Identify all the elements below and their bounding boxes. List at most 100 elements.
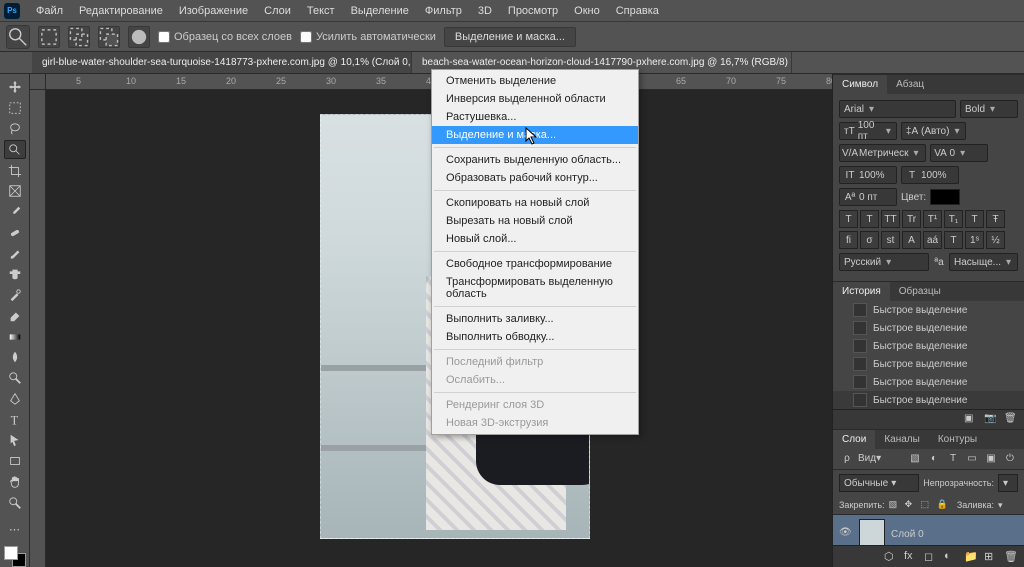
menu-view[interactable]: Просмотр <box>500 2 566 20</box>
create-document-from-state-icon[interactable]: ▣ <box>964 413 978 427</box>
rectangle-tool[interactable] <box>4 452 26 471</box>
context-menu-item[interactable]: Отменить выделение <box>432 72 638 90</box>
new-snapshot-icon[interactable]: 📷 <box>984 413 998 427</box>
selection-new-icon[interactable] <box>38 26 60 48</box>
delete-state-icon[interactable]: 🗑 <box>1004 413 1018 427</box>
fractions-button[interactable]: ½ <box>986 231 1005 249</box>
brush-tool[interactable] <box>4 244 26 263</box>
zoom-tool[interactable] <box>4 493 26 512</box>
tab-paragraph[interactable]: Абзац <box>887 75 933 94</box>
titling-button[interactable]: T <box>944 231 963 249</box>
menu-filter[interactable]: Фильтр <box>417 2 470 20</box>
quick-selection-tool[interactable] <box>4 140 26 159</box>
menu-3d[interactable]: 3D <box>470 2 500 20</box>
faux-bold-button[interactable]: T <box>839 210 858 228</box>
context-menu-item[interactable]: Сохранить выделенную область... <box>432 151 638 169</box>
tab-channels[interactable]: Каналы <box>875 430 929 449</box>
horizontal-scale-field[interactable]: T100% <box>901 166 959 184</box>
filter-adjustment-icon[interactable]: ◐ <box>926 451 942 465</box>
leading-field[interactable]: ‡A(Авто)▾ <box>901 122 966 140</box>
blend-mode-select[interactable]: Обычные▾ <box>839 474 919 492</box>
contextual-button[interactable]: σ <box>860 231 879 249</box>
delete-layer-icon[interactable]: 🗑 <box>1004 550 1018 564</box>
menu-file[interactable]: Файл <box>28 2 71 20</box>
tab-swatches[interactable]: Образцы <box>890 282 950 301</box>
tab-history[interactable]: История <box>833 282 890 301</box>
language-select[interactable]: Русский▾ <box>839 253 929 271</box>
context-menu-item[interactable]: Скопировать на новый слой <box>432 194 638 212</box>
small-caps-button[interactable]: Tr <box>902 210 921 228</box>
context-menu-item[interactable]: Свободное трансформирование <box>432 255 638 273</box>
tracking-field[interactable]: VA0▾ <box>930 144 988 162</box>
menu-text[interactable]: Текст <box>299 2 343 20</box>
history-brush-tool[interactable] <box>4 286 26 305</box>
history-item[interactable]: Быстрое выделение <box>833 391 1024 409</box>
context-menu-item[interactable]: Новый слой... <box>432 230 638 248</box>
kerning-field[interactable]: V/AМетрическ▾ <box>839 144 926 162</box>
hand-tool[interactable] <box>4 472 26 491</box>
strikethrough-button[interactable]: Ŧ <box>986 210 1005 228</box>
history-item[interactable]: Быстрое выделение <box>833 373 1024 391</box>
filter-type-layer-icon[interactable]: T <box>945 451 961 465</box>
context-menu-item[interactable]: Трансформировать выделенную область <box>432 273 638 303</box>
discretionary-button[interactable]: st <box>881 231 900 249</box>
faux-italic-button[interactable]: T <box>860 210 879 228</box>
clone-stamp-tool[interactable] <box>4 265 26 284</box>
menu-edit[interactable]: Редактирование <box>71 2 171 20</box>
ordinals-button[interactable]: 1ˢ <box>965 231 984 249</box>
pen-tool[interactable] <box>4 389 26 408</box>
history-item[interactable]: Быстрое выделение <box>833 355 1024 373</box>
swash-button[interactable]: A <box>902 231 921 249</box>
font-size-field[interactable]: тT100 пт▾ <box>839 122 897 140</box>
selection-add-icon[interactable] <box>68 26 90 48</box>
context-menu-item[interactable]: Выполнить заливку... <box>432 310 638 328</box>
move-tool[interactable] <box>4 78 26 97</box>
visibility-icon[interactable]: 👁 <box>839 527 853 541</box>
crop-tool[interactable] <box>4 161 26 180</box>
link-layers-icon[interactable]: ⬡ <box>884 550 898 564</box>
group-icon[interactable]: 📁 <box>964 550 978 564</box>
lock-all-icon[interactable]: 🔒 <box>937 499 949 511</box>
eyedropper-tool[interactable] <box>4 203 26 222</box>
lock-pixels-icon[interactable]: ▧ <box>889 499 901 511</box>
edit-toolbar-icon[interactable]: ⋯ <box>4 520 26 539</box>
baseline-shift-field[interactable]: Aª0 пт <box>839 188 897 206</box>
lock-artboard-icon[interactable]: ⬚ <box>921 499 933 511</box>
gradient-tool[interactable] <box>4 327 26 346</box>
menu-select[interactable]: Выделение <box>343 2 417 20</box>
new-layer-icon[interactable]: ⊞ <box>984 550 998 564</box>
brush-picker-icon[interactable] <box>128 26 150 48</box>
sample-all-layers-checkbox[interactable]: Образец со всех слоев <box>158 31 292 43</box>
filter-smart-icon[interactable]: ▣ <box>983 451 999 465</box>
context-menu-item[interactable]: Вырезать на новый слой <box>432 212 638 230</box>
tab-layers[interactable]: Слои <box>833 430 875 449</box>
underline-button[interactable]: T <box>965 210 984 228</box>
ligatures-button[interactable]: fi <box>839 231 858 249</box>
select-and-mask-button[interactable]: Выделение и маска... <box>444 27 576 47</box>
subscript-button[interactable]: T₁ <box>944 210 963 228</box>
lock-position-icon[interactable]: ✥ <box>905 499 917 511</box>
color-swatches[interactable] <box>4 546 26 567</box>
font-style-select[interactable]: Bold▾ <box>960 100 1018 118</box>
layer-filter-select[interactable]: Вид▾ <box>858 453 904 464</box>
foreground-color[interactable] <box>4 546 18 560</box>
history-item[interactable]: Быстрое выделение <box>833 337 1024 355</box>
font-family-select[interactable]: Arial▾ <box>839 100 956 118</box>
layer-mask-icon[interactable]: ◻ <box>924 550 938 564</box>
marquee-tool[interactable] <box>4 99 26 118</box>
layer-style-icon[interactable]: fx <box>904 550 918 564</box>
context-menu-item[interactable]: Инверсия выделенной области <box>432 90 638 108</box>
ruler-origin[interactable] <box>30 74 46 90</box>
dodge-tool[interactable] <box>4 369 26 388</box>
menu-window[interactable]: Окно <box>566 2 608 20</box>
stylistic-button[interactable]: aá <box>923 231 942 249</box>
menu-help[interactable]: Справка <box>608 2 667 20</box>
context-menu-item[interactable]: Образовать рабочий контур... <box>432 169 638 187</box>
context-menu-item[interactable]: Выполнить обводку... <box>432 328 638 346</box>
filter-shape-icon[interactable]: ▭ <box>964 451 980 465</box>
blur-tool[interactable] <box>4 348 26 367</box>
opacity-field[interactable]: ▾ <box>998 474 1018 492</box>
filter-type-icon[interactable]: ρ <box>839 451 855 465</box>
tab-character[interactable]: Символ <box>833 75 887 94</box>
active-tool-icon[interactable] <box>6 25 30 49</box>
